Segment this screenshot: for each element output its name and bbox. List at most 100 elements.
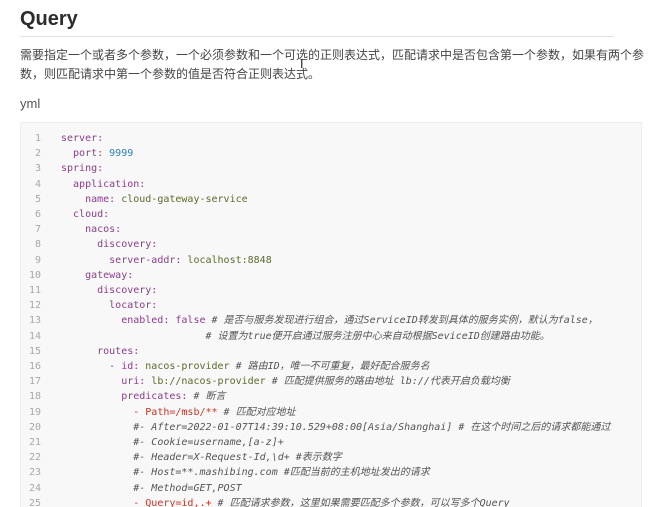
yaml-key: locator: xyxy=(109,300,158,312)
line-number: 14 xyxy=(28,330,41,342)
code-line: 7 nacos: xyxy=(21,222,641,237)
line-number: 3 xyxy=(34,163,41,175)
line-number: 9 xyxy=(34,254,41,266)
line-number: 2 xyxy=(34,148,41,160)
code-text: - Path=/msb/** # 匹配对应地址 xyxy=(133,405,295,420)
yaml-key: gateway: xyxy=(85,269,134,281)
code-line: 23 #- Host=**.mashibing.com #匹配当前的主机地址发出的… xyxy=(21,465,641,480)
code-text: #- Host=**.mashibing.com #匹配当前的主机地址发出的请求 xyxy=(133,465,430,480)
yaml-value: localhost:8848 xyxy=(181,254,272,266)
yaml-key: spring: xyxy=(61,163,104,175)
yaml-comment: #- Method=GET,POST xyxy=(133,482,242,494)
code-line: 1 server: xyxy=(21,131,641,146)
line-number: 6 xyxy=(34,209,41,220)
code-line: 8 discovery: xyxy=(21,237,641,252)
code-text: #- Cookie=username,[a-z]+ xyxy=(133,435,284,450)
yaml-key: routes: xyxy=(97,345,140,357)
yaml-key: enabled: xyxy=(121,315,170,327)
yaml-key: port: xyxy=(73,148,104,160)
yaml-comment: # 是否与服务发现进行组合，通过ServiceID转发到具体的服务实例，默认为f… xyxy=(205,315,598,327)
code-text: routes: xyxy=(97,344,139,359)
code-text: discovery: xyxy=(97,283,157,298)
line-number: 20 xyxy=(28,421,41,433)
code-line: 15 routes: xyxy=(21,344,641,359)
yaml-key: name: xyxy=(85,193,116,205)
line-number: 25 xyxy=(28,497,41,507)
code-text: # 设置为true便开启通过服务注册中心来自动根据SeviceID创建路由功能。 xyxy=(61,329,550,344)
yaml-value: nacos-provider xyxy=(139,361,230,372)
code-line: 24 #- Method=GET,POST xyxy=(21,481,641,496)
line-number: 16 xyxy=(28,361,41,372)
code-text: enabled: false # 是否与服务发现进行组合，通过ServiceID… xyxy=(121,313,598,328)
line-number: 8 xyxy=(34,239,41,251)
code-text: server-addr: localhost:8848 xyxy=(109,253,272,268)
yaml-comment: # 匹配对应地址 xyxy=(217,406,296,418)
code-text: spring: xyxy=(61,161,103,176)
yaml-value: lb://nacos-provider xyxy=(145,376,266,388)
line-number: 15 xyxy=(28,345,41,357)
yaml-comment: # 设置为true便开启通过服务注册中心来自动根据SeviceID创建路由功能。 xyxy=(61,330,550,342)
code-text: uri: lb://nacos-provider # 匹配提供服务的路由地址 l… xyxy=(121,374,510,389)
yaml-key: application: xyxy=(73,178,146,190)
yaml-comment: # 路由ID，唯一不可重复，最好配合服务名 xyxy=(229,361,430,372)
code-line: 13 enabled: false # 是否与服务发现进行组合，通过Service… xyxy=(21,313,641,328)
code-language-label: yml xyxy=(20,96,41,111)
code-line: 10 gateway: xyxy=(21,268,641,283)
line-number: 24 xyxy=(28,482,41,494)
code-line: 9 server-addr: localhost:8848 xyxy=(21,253,641,268)
code-text: #- Method=GET,POST xyxy=(133,481,241,496)
yaml-key: uri: xyxy=(121,376,146,388)
yaml-value: cloud-gateway-service xyxy=(115,193,248,205)
text-cursor-icon: I xyxy=(300,57,304,71)
code-text: cloud: xyxy=(73,207,109,222)
yaml-key: discovery: xyxy=(97,239,158,251)
code-text: gateway: xyxy=(85,268,133,283)
yaml-comment: #- After=2022-01-07T14:39:10.529+08:00[A… xyxy=(133,421,611,433)
code-text: nacos: xyxy=(85,222,121,237)
yaml-key: - id: xyxy=(109,361,140,372)
code-line: 19 - Path=/msb/** # 匹配对应地址 xyxy=(21,405,641,420)
line-number: 23 xyxy=(28,467,41,479)
code-line: 17 uri: lb://nacos-provider # 匹配提供服务的路由地址… xyxy=(21,374,641,389)
yaml-key: predicates: xyxy=(121,391,188,403)
yaml-key: discovery: xyxy=(97,285,158,296)
line-number: 21 xyxy=(28,437,41,448)
document-page: Query 需要指定一个或者多个参数，一个必须参数和一个可选的正则表达式，匹配请… xyxy=(0,0,662,507)
yaml-value: 9999 xyxy=(103,148,134,160)
code-line: 4 application: xyxy=(21,177,641,192)
code-line: 2 port: 9999 xyxy=(21,146,641,161)
line-number: 18 xyxy=(28,391,41,403)
code-text: server: xyxy=(61,131,103,146)
yaml-key: nacos: xyxy=(85,224,122,236)
yaml-key: server: xyxy=(61,133,104,144)
code-text: - id: nacos-provider # 路由ID，唯一不可重复，最好配合服… xyxy=(109,359,430,374)
line-number: 19 xyxy=(28,406,41,418)
line-number: 17 xyxy=(28,376,41,388)
code-line: 25 - Query=id,.+ # 匹配请求参数，这里如果需要匹配多个参数，可以… xyxy=(21,496,641,507)
yaml-key: cloud: xyxy=(73,209,110,220)
code-line: 6 cloud: xyxy=(21,207,641,222)
code-line: 11 discovery: xyxy=(21,283,641,298)
yaml-comment: #- Header=X-Request-Id,\d+ #表示数字 xyxy=(133,452,342,464)
code-line: 5 name: cloud-gateway-service xyxy=(21,192,641,207)
code-text: predicates: # 断言 xyxy=(121,389,225,404)
code-text: application: xyxy=(73,177,145,192)
description-paragraph: 需要指定一个或者多个参数，一个必须参数和一个可选的正则表达式，匹配请求中是否包含… xyxy=(20,48,645,81)
yaml-comment: #- Cookie=username,[a-z]+ xyxy=(133,437,284,448)
code-text: locator: xyxy=(109,298,157,313)
line-number: 5 xyxy=(34,193,41,205)
yaml-comment: # 断言 xyxy=(187,391,226,403)
line-number: 22 xyxy=(28,452,41,464)
code-text: - Query=id,.+ # 匹配请求参数，这里如果需要匹配多个参数，可以写多… xyxy=(133,496,509,507)
line-number: 12 xyxy=(28,300,41,312)
code-text: #- After=2022-01-07T14:39:10.529+08:00[A… xyxy=(133,420,610,435)
code-text: name: cloud-gateway-service xyxy=(85,192,248,207)
line-number: 11 xyxy=(28,285,41,296)
yaml-key: server-addr: xyxy=(109,254,182,266)
code-text: #- Header=X-Request-Id,\d+ #表示数字 xyxy=(133,450,342,465)
code-line: 16 - id: nacos-provider # 路由ID，唯一不可重复，最好配… xyxy=(21,359,641,374)
line-number: 4 xyxy=(34,178,41,190)
yaml-value: - Path=/msb/** xyxy=(133,406,218,418)
code-block: 1 server: 2 port: 9999 3 spring: 4 application:… xyxy=(20,122,642,507)
line-number: 7 xyxy=(34,224,41,236)
